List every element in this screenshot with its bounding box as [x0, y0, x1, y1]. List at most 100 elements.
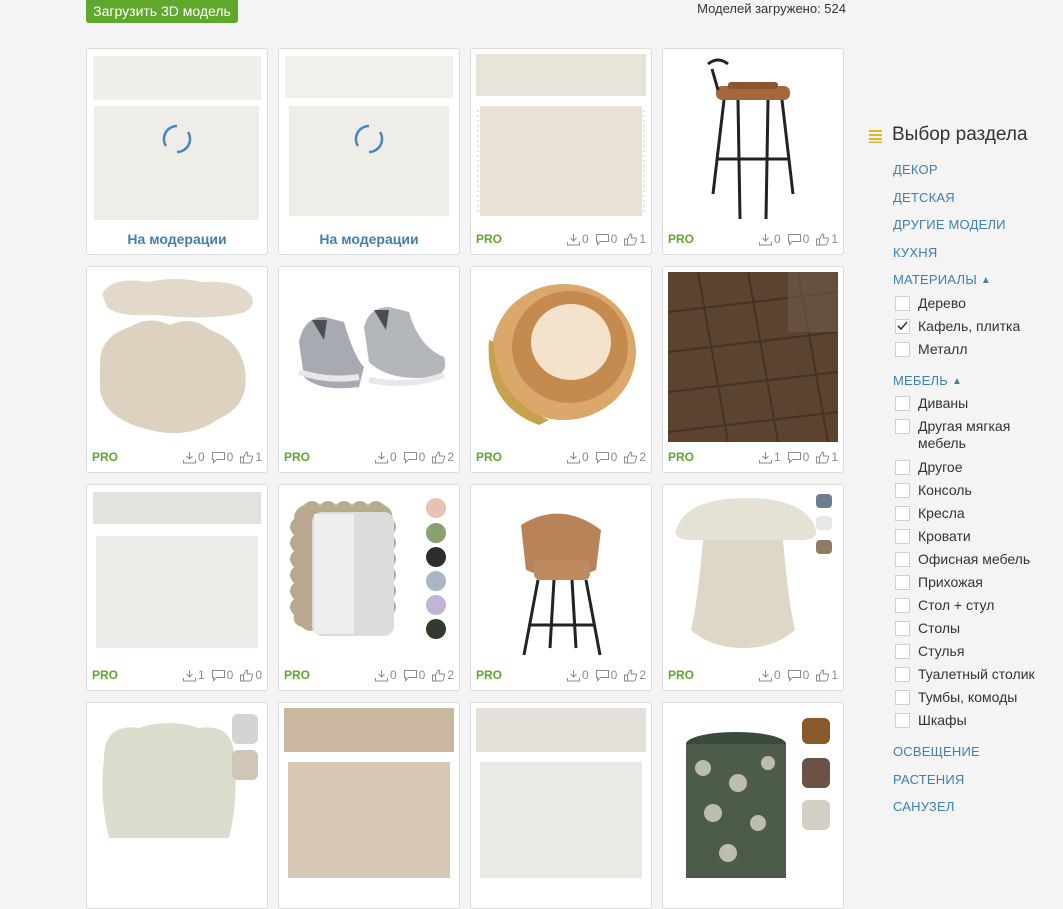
pro-badge: PRO: [92, 668, 119, 682]
checkbox[interactable]: [895, 506, 910, 521]
filter-item[interactable]: Туалетный столик: [895, 666, 1063, 689]
checkbox[interactable]: [895, 690, 910, 705]
model-image[interactable]: [92, 708, 262, 878]
filter-label: Кровати: [918, 528, 971, 544]
pro-badge: PRO: [476, 450, 503, 464]
model-card[interactable]: PRO 0 0 1: [662, 48, 844, 255]
like-icon: [816, 232, 830, 245]
model-image[interactable]: [476, 708, 646, 878]
model-card[interactable]: [278, 702, 460, 909]
filter-item[interactable]: Прихожая: [895, 574, 1063, 597]
downloads-count: 1: [773, 450, 781, 464]
model-card[interactable]: PRO 1 0 1: [662, 266, 844, 473]
checkbox[interactable]: [895, 552, 910, 567]
like-icon: [816, 668, 830, 681]
like-icon: [240, 668, 254, 681]
model-image[interactable]: [668, 272, 838, 442]
download-icon: [374, 669, 388, 681]
filter-item[interactable]: Столы: [895, 620, 1063, 643]
sidebar-title: Выбор раздела: [892, 124, 1028, 145]
model-card[interactable]: PRO 0 0 2: [278, 484, 460, 691]
model-card[interactable]: PRO 0 0 2: [278, 266, 460, 473]
filter-item[interactable]: Кровати: [895, 528, 1063, 551]
category-bathroom[interactable]: САНУЗЕЛ: [893, 798, 1063, 826]
comment-icon: [403, 451, 417, 464]
model-image[interactable]: [476, 490, 646, 660]
filter-item[interactable]: Консоль: [895, 482, 1063, 505]
model-card[interactable]: PRO 0 0 1: [86, 266, 268, 473]
pro-badge: PRO: [284, 450, 311, 464]
model-image[interactable]: [668, 708, 838, 878]
model-card[interactable]: [662, 702, 844, 909]
checkbox-checked[interactable]: [895, 318, 910, 334]
category-kitchen[interactable]: КУХНЯ: [893, 244, 1063, 272]
model-image[interactable]: [284, 490, 454, 660]
checkbox[interactable]: [895, 419, 910, 434]
model-card[interactable]: На модерации: [278, 48, 460, 255]
checkbox[interactable]: [895, 713, 910, 728]
filter-item[interactable]: Другое: [895, 459, 1063, 482]
likes-count: 1: [831, 232, 838, 246]
model-image[interactable]: [92, 272, 262, 442]
filter-item[interactable]: Кафель, плитка: [895, 318, 1063, 341]
model-card[interactable]: PRO 0 0 2: [470, 266, 652, 473]
filter-item[interactable]: Шкафы: [895, 712, 1063, 735]
model-card[interactable]: PRO 1 0 0: [86, 484, 268, 691]
download-icon: [566, 451, 580, 463]
checkbox[interactable]: [895, 529, 910, 544]
model-card[interactable]: [470, 702, 652, 909]
filter-item[interactable]: Металл: [895, 341, 1063, 364]
checkbox[interactable]: [895, 295, 910, 311]
category-plants[interactable]: РАСТЕНИЯ: [893, 771, 1063, 799]
model-image[interactable]: [284, 272, 454, 442]
checkbox[interactable]: [895, 575, 910, 590]
model-card[interactable]: На модерации: [86, 48, 268, 255]
checkbox[interactable]: [895, 667, 910, 682]
checkbox[interactable]: [895, 341, 910, 357]
filter-item[interactable]: Дерево: [895, 295, 1063, 318]
filter-item[interactable]: Кресла: [895, 505, 1063, 528]
model-card[interactable]: PRO 0 0 1: [470, 48, 652, 255]
filter-item[interactable]: Диваны: [895, 395, 1063, 418]
checkbox[interactable]: [895, 598, 910, 613]
model-image[interactable]: [668, 490, 838, 660]
comments-count: 0: [802, 668, 810, 682]
downloads-count: 1: [197, 668, 205, 682]
checkbox[interactable]: [895, 396, 910, 411]
category-decor[interactable]: ДЕКОР: [893, 161, 1063, 189]
filter-item[interactable]: Офисная мебель: [895, 551, 1063, 574]
model-image[interactable]: [476, 54, 646, 224]
model-card[interactable]: PRO 0 0 1: [662, 484, 844, 691]
model-image[interactable]: [668, 54, 838, 224]
filter-label: Шкафы: [918, 712, 967, 728]
downloads-count: 0: [773, 668, 781, 682]
category-other-models[interactable]: ДРУГИЕ МОДЕЛИ: [893, 216, 1063, 244]
checkbox[interactable]: [895, 621, 910, 636]
filter-item[interactable]: Тумбы, комоды: [895, 689, 1063, 712]
filter-item[interactable]: Стулья: [895, 643, 1063, 666]
checkbox[interactable]: [895, 460, 910, 475]
downloads-count: 0: [389, 450, 397, 464]
pro-badge: PRO: [668, 232, 695, 246]
downloads-count: 0: [773, 232, 781, 246]
comments-count: 0: [610, 450, 618, 464]
upload-3d-model-button[interactable]: Загрузить 3D модель: [86, 0, 238, 23]
filter-item[interactable]: Стол + стул: [895, 597, 1063, 620]
download-icon: [182, 451, 196, 463]
model-image[interactable]: [92, 490, 262, 660]
model-image[interactable]: [476, 272, 646, 442]
checkbox[interactable]: [895, 644, 910, 659]
model-image[interactable]: [284, 54, 454, 224]
loading-spinner-icon: [162, 124, 192, 154]
checkbox[interactable]: [895, 483, 910, 498]
model-image[interactable]: [92, 54, 262, 224]
model-card[interactable]: PRO 0 0 2: [470, 484, 652, 691]
model-card[interactable]: [86, 702, 268, 909]
downloads-count: 0: [389, 668, 397, 682]
filter-item[interactable]: Другая мягкая мебель: [895, 418, 1063, 459]
comment-icon: [787, 451, 801, 464]
category-lighting[interactable]: ОСВЕЩЕНИЕ: [893, 743, 1063, 771]
category-kids[interactable]: ДЕТСКАЯ: [893, 189, 1063, 217]
filter-label: Стулья: [918, 643, 965, 659]
model-image[interactable]: [284, 708, 454, 878]
